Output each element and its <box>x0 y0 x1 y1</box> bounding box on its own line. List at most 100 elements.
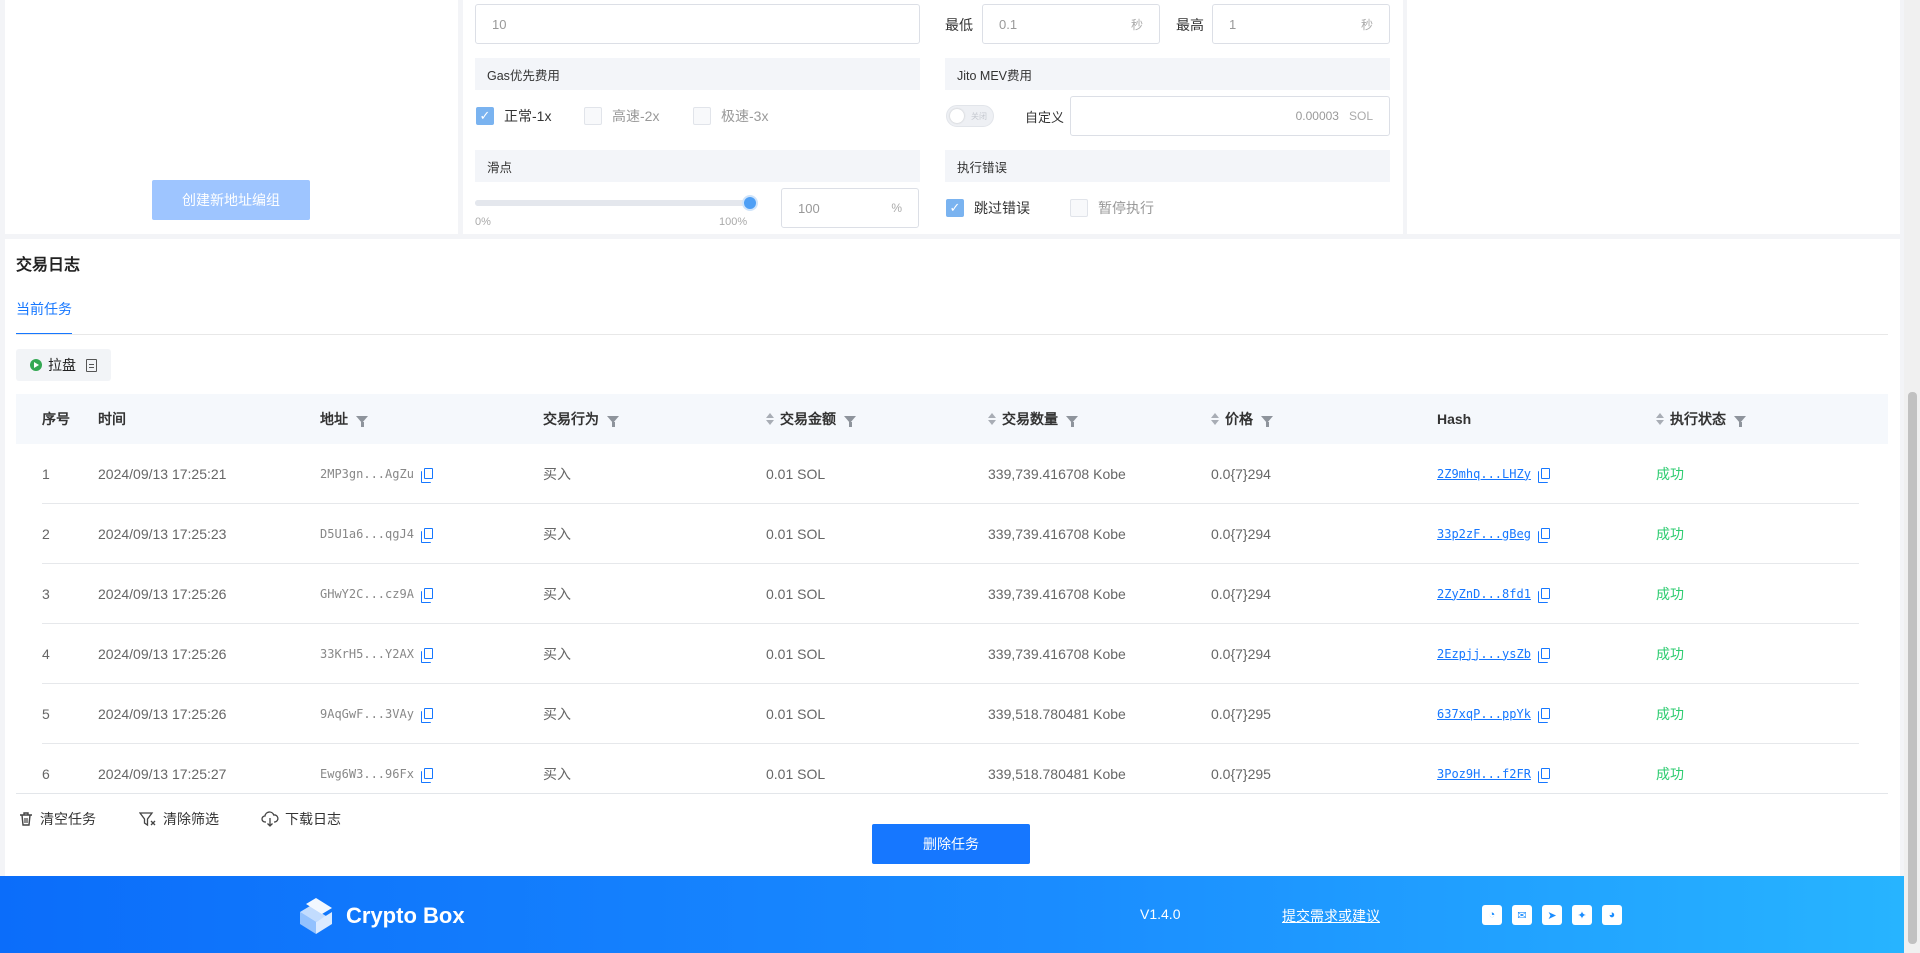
copy-icon[interactable] <box>420 768 433 783</box>
hash-text[interactable]: 637xqP...ppYk <box>1437 707 1531 721</box>
column-time: 时间 <box>98 411 126 427</box>
copy-icon[interactable] <box>1537 768 1550 783</box>
amount-text: 0.01 SOL <box>766 525 826 542</box>
slippage-max-label: 100% <box>719 216 748 228</box>
table-row: 2 2024/09/13 17:25:23 D5U1a6...qgJ4 买入 0.01 … <box>16 504 1888 564</box>
copy-icon[interactable] <box>420 648 433 663</box>
sort-icon[interactable] <box>988 413 996 425</box>
status-text: 成功 <box>1656 765 1684 782</box>
action-text: 买入 <box>543 585 571 602</box>
clear-filter-button[interactable]: 清除筛选 <box>139 809 219 829</box>
cell-amount: 0.01 SOL <box>766 684 825 743</box>
action-text: 买入 <box>543 765 571 782</box>
time-text: 2024/09/13 17:25:21 <box>98 465 227 482</box>
gas-option-normal[interactable]: ✓ 正常-1x <box>476 106 551 126</box>
slippage-input[interactable]: 100 % <box>781 188 919 228</box>
index-text: 1 <box>42 465 50 482</box>
slippage-slider-track[interactable] <box>475 200 752 206</box>
copy-icon[interactable] <box>420 708 433 723</box>
download-log-button[interactable]: 下载日志 <box>261 809 341 829</box>
cell-time: 2024/09/13 17:25:26 <box>98 684 226 743</box>
copy-icon[interactable] <box>420 528 433 543</box>
clear-task-button[interactable]: 清空任务 <box>18 809 96 829</box>
tab-current-task[interactable]: 当前任务 <box>16 299 72 319</box>
column-price: 价格 <box>1211 394 1273 444</box>
cell-index: 1 <box>42 444 50 503</box>
column-amount: 交易金额 <box>766 394 856 444</box>
address-text: D5U1a6...qgJ4 <box>320 526 414 541</box>
transaction-table: 序号 时间 地址 交易行为 交易金额 交易数量 价格 Hash 执行状态 1 20… <box>16 394 1888 794</box>
filter-icon[interactable] <box>607 415 619 427</box>
cell-address: 33KrH5...Y2AX <box>320 624 433 683</box>
cell-hash[interactable]: 3Poz9H...f2FR <box>1437 744 1550 793</box>
hash-text[interactable]: 2Z9mhq...LHZy <box>1437 467 1531 481</box>
cell-time: 2024/09/13 17:25:26 <box>98 624 226 683</box>
error-option-skip[interactable]: ✓ 跳过错误 <box>946 198 1030 218</box>
copy-icon[interactable] <box>1537 468 1550 483</box>
copy-icon[interactable] <box>420 588 433 603</box>
interval-min-input[interactable]: 0.1 秒 <box>982 4 1160 44</box>
scrollbar-thumb[interactable] <box>1908 392 1917 944</box>
index-text: 6 <box>42 765 50 782</box>
wechat-icon[interactable]: ◔ <box>1482 905 1502 925</box>
twitter-icon[interactable]: ✦ <box>1572 905 1592 925</box>
filter-icon[interactable] <box>1734 415 1746 427</box>
email-icon[interactable]: ✉ <box>1512 905 1532 925</box>
cell-status: 成功 <box>1656 744 1684 793</box>
brand[interactable]: Crypto Box <box>296 896 465 936</box>
action-text: 买入 <box>543 645 571 662</box>
error-option-pause[interactable]: 暂停执行 <box>1070 198 1154 218</box>
cell-hash[interactable]: 2Ezpjj...ysZb <box>1437 624 1550 683</box>
column-index: 序号 <box>42 411 70 427</box>
time-text: 2024/09/13 17:25:26 <box>98 705 227 722</box>
hash-text[interactable]: 3Poz9H...f2FR <box>1437 767 1531 781</box>
hash-text[interactable]: 2Ezpjj...ysZb <box>1437 647 1531 661</box>
create-address-group-button[interactable]: 创建新地址编组 <box>152 180 310 220</box>
copy-icon[interactable] <box>1537 708 1550 723</box>
count-input[interactable]: 10 <box>475 4 920 44</box>
sort-icon[interactable] <box>1656 413 1664 425</box>
jito-fee-input[interactable]: 0.00003 SOL <box>1070 96 1390 136</box>
cell-hash[interactable]: 2ZyZnD...8fd1 <box>1437 564 1550 623</box>
trash-icon <box>20 812 32 826</box>
cell-amount: 0.01 SOL <box>766 564 825 623</box>
interval-max-input[interactable]: 1 秒 <box>1212 4 1390 44</box>
telegram-icon[interactable]: ➤ <box>1542 905 1562 925</box>
cell-action: 买入 <box>543 504 571 563</box>
cell-price: 0.0{7}295 <box>1211 744 1271 793</box>
hash-text[interactable]: 2ZyZnD...8fd1 <box>1437 587 1531 601</box>
copy-icon[interactable] <box>1537 648 1550 663</box>
filter-icon[interactable] <box>844 415 856 427</box>
interval-min-unit: 秒 <box>1130 17 1143 32</box>
cell-time: 2024/09/13 17:25:23 <box>98 504 226 563</box>
slippage-min-label: 0% <box>475 216 491 228</box>
cell-hash[interactable]: 33p2zF...gBeg <box>1437 504 1550 563</box>
sort-icon[interactable] <box>766 413 774 425</box>
cell-hash[interactable]: 637xqP...ppYk <box>1437 684 1550 743</box>
gas-option-fast[interactable]: 高速-2x <box>584 106 659 126</box>
copy-icon[interactable] <box>1537 588 1550 603</box>
cell-status: 成功 <box>1656 624 1684 683</box>
tab-divider <box>16 334 1888 335</box>
price-text: 0.0{7}295 <box>1211 705 1271 722</box>
jito-toggle[interactable]: 关闭 <box>946 105 994 127</box>
checkbox-checked-icon: ✓ <box>476 107 494 125</box>
delete-task-button[interactable]: 删除任务 <box>872 824 1030 864</box>
slippage-slider-handle[interactable] <box>742 195 758 211</box>
filter-icon[interactable] <box>356 415 368 427</box>
sort-icon[interactable] <box>1211 413 1219 425</box>
filter-icon[interactable] <box>1066 415 1078 427</box>
copy-icon[interactable] <box>1537 528 1550 543</box>
page-scrollbar[interactable] <box>1904 0 1920 953</box>
quantity-text: 339,518.780481 Kobe <box>988 765 1126 782</box>
copy-icon[interactable] <box>420 468 433 483</box>
document-icon[interactable] <box>86 358 97 372</box>
filter-icon[interactable] <box>1261 415 1273 427</box>
hash-text[interactable]: 33p2zF...gBeg <box>1437 527 1531 541</box>
transaction-log-panel: 交易日志 当前任务 拉盘 序号 时间 地址 交易行为 交易金额 交易数量 价格 … <box>5 239 1900 876</box>
cell-hash[interactable]: 2Z9mhq...LHZy <box>1437 444 1550 503</box>
discord-icon[interactable]: ◕ <box>1602 905 1622 925</box>
suggest-link[interactable]: 提交需求或建议 <box>1282 906 1380 926</box>
task-chip[interactable]: 拉盘 <box>16 349 111 381</box>
gas-option-turbo[interactable]: 极速-3x <box>693 106 768 126</box>
